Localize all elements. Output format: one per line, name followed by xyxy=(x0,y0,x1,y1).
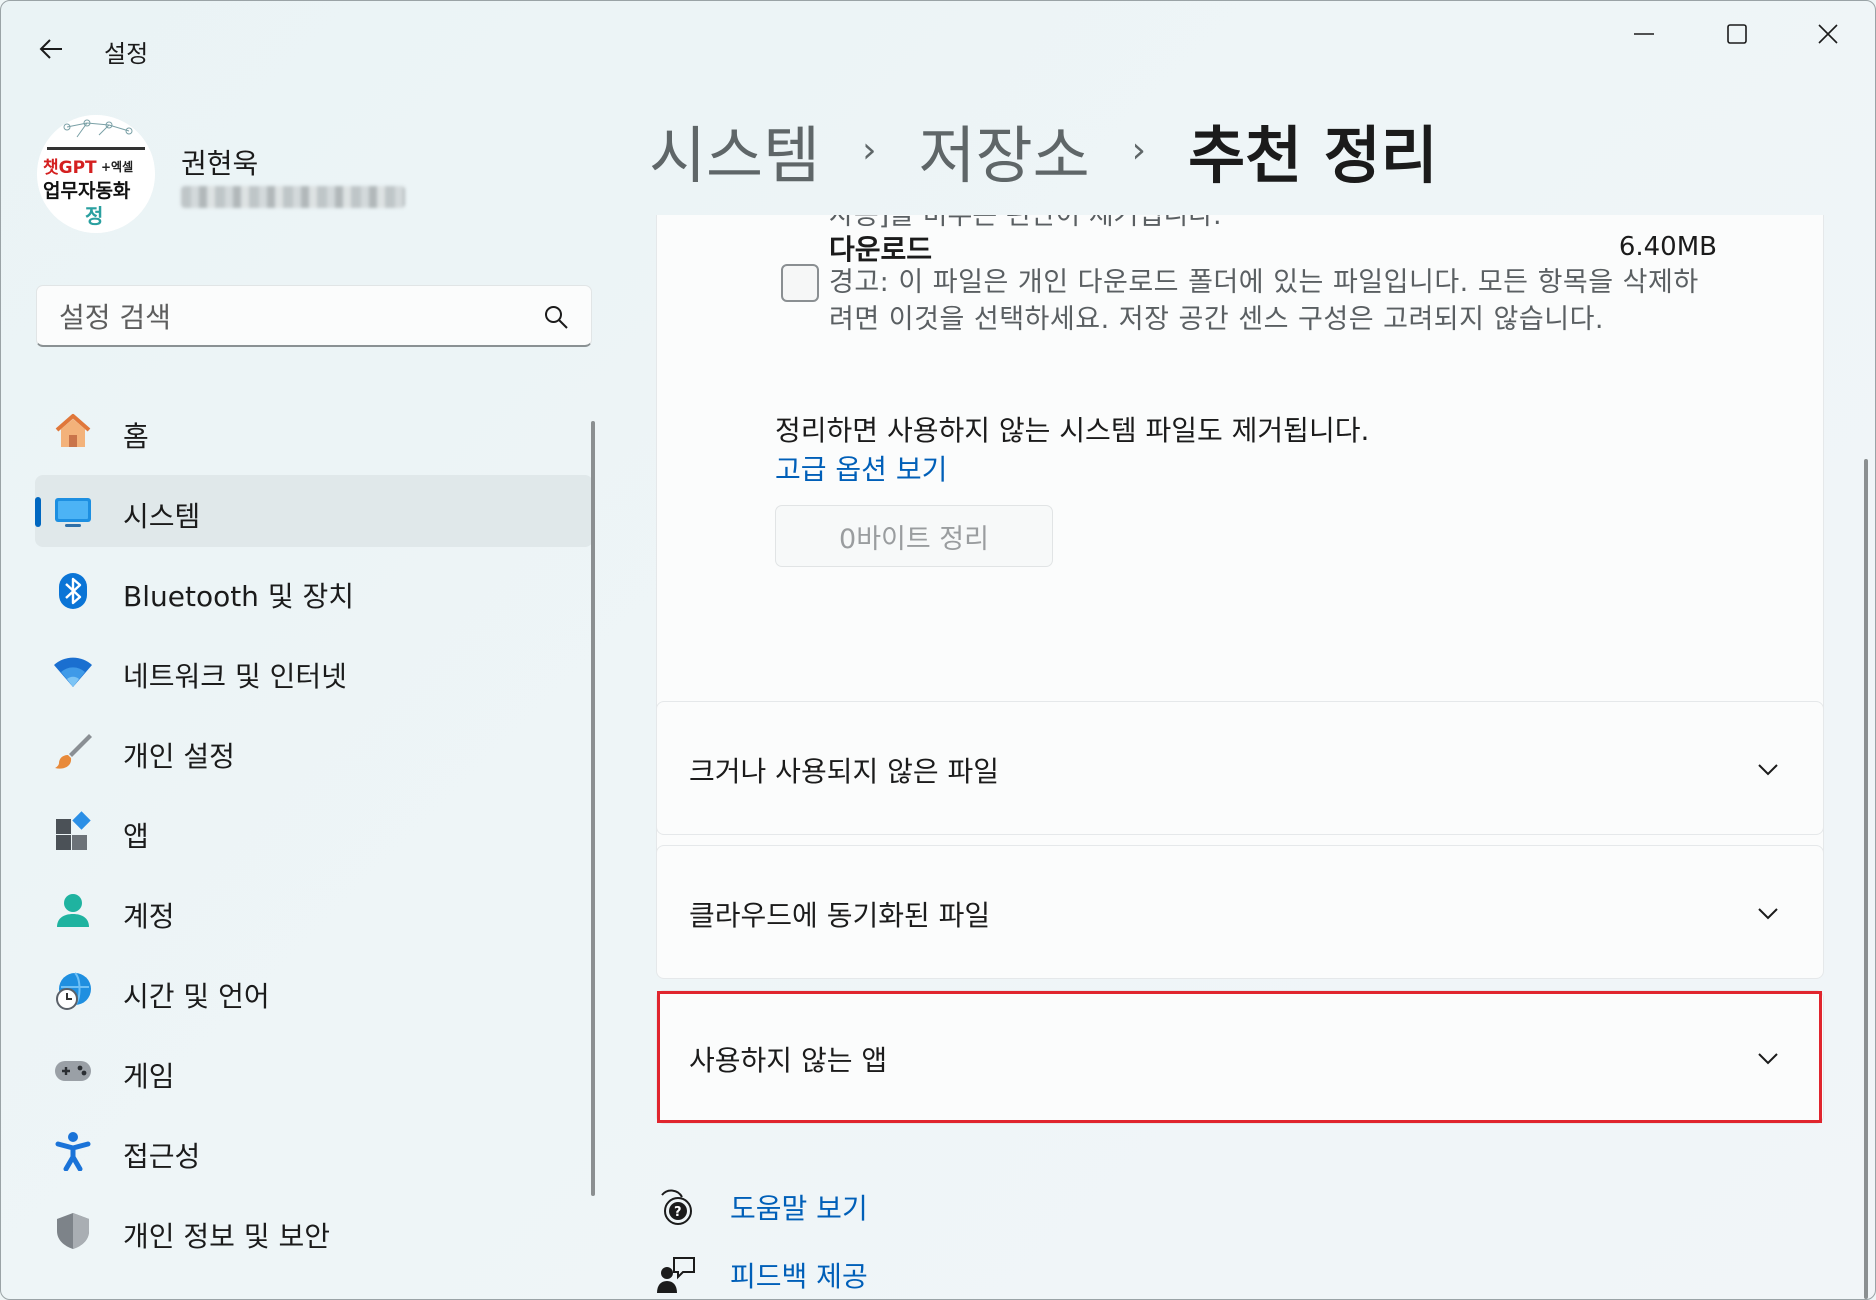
downloads-size: 6.40MB xyxy=(1618,232,1717,262)
downloads-checkbox[interactable] xyxy=(781,264,819,302)
svg-text:업무자동화: 업무자동화 xyxy=(43,180,131,202)
cloud-synced-files-section[interactable]: 클라우드에 동기화된 파일 xyxy=(656,845,1824,979)
svg-text:?: ? xyxy=(674,1205,682,1220)
sidebar-item-label: 계정 xyxy=(123,900,175,933)
chevron-down-icon xyxy=(1758,908,1778,920)
feedback-link-label: 피드백 제공 xyxy=(730,1260,868,1293)
sidebar-item-label: 네트워크 및 인터넷 xyxy=(123,660,347,693)
main-scrollbar[interactable] xyxy=(1864,459,1868,1299)
sidebar-item-time-language[interactable]: 시간 및 언어 xyxy=(35,955,593,1027)
sidebar-item-label: 시스템 xyxy=(123,500,201,533)
sidebar-item-label: 앱 xyxy=(123,820,149,853)
svg-text:챗GPT: 챗GPT xyxy=(43,158,97,178)
main-content: 사용]을 비우는 편만이 제거됩니다. 다운로드 6.40MB 경고: 이 파일… xyxy=(656,215,1824,1299)
feedback-icon xyxy=(657,1257,695,1293)
advanced-options-link[interactable]: 고급 옵션 보기 xyxy=(775,448,947,488)
sidebar-item-system[interactable]: 시스템 xyxy=(35,475,593,547)
bluetooth-icon xyxy=(53,571,93,611)
help-link-label: 도움말 보기 xyxy=(730,1192,868,1225)
section-label: 크거나 사용되지 않은 파일 xyxy=(689,755,1000,788)
section-label: 클라우드에 동기화된 파일 xyxy=(689,899,991,932)
sidebar-item-apps[interactable]: 앱 xyxy=(35,795,593,867)
chevron-down-icon xyxy=(1758,1053,1778,1065)
close-icon xyxy=(1818,24,1838,44)
sidebar-nav: 홈 시스템 Bluetooth 및 장치 네트워크 및 인터넷 개인 설정 앱 … xyxy=(35,395,593,1275)
sidebar-item-label: 개인 정보 및 보안 xyxy=(123,1220,331,1253)
user-email-redacted xyxy=(181,186,405,208)
sidebar-item-personalization[interactable]: 개인 설정 xyxy=(35,715,593,787)
sidebar-item-accessibility[interactable]: 접근성 xyxy=(35,1115,593,1187)
back-arrow-icon xyxy=(39,39,62,59)
help-link[interactable]: ? 도움말 보기 xyxy=(656,1187,868,1227)
settings-window: 설정 챗GPT +엑셀 업무자동화 정 권현욱 설정 검색 홈 시스템 Blue… xyxy=(0,0,1876,1300)
sidebar-item-label: 개인 설정 xyxy=(123,740,235,773)
page-title: 추천 정리 xyxy=(1188,119,1438,192)
svg-text:정: 정 xyxy=(85,204,103,228)
maximize-icon xyxy=(1727,24,1747,44)
svg-text:+엑셀: +엑셀 xyxy=(101,159,133,174)
account-icon xyxy=(53,891,93,931)
sidebar-item-accounts[interactable]: 계정 xyxy=(35,875,593,947)
cleanup-note: 정리하면 사용하지 않는 시스템 파일도 제거됩니다. xyxy=(775,414,1370,447)
chevron-down-icon xyxy=(1758,764,1778,776)
search-box[interactable] xyxy=(36,285,592,347)
sidebar-item-network[interactable]: 네트워크 및 인터넷 xyxy=(35,635,593,707)
apps-icon xyxy=(53,811,93,851)
breadcrumb: 시스템 › 저장소 › 추천 정리 xyxy=(649,105,1438,195)
help-icon: ? xyxy=(661,1189,692,1225)
search-input[interactable] xyxy=(57,296,541,338)
search-icon[interactable] xyxy=(543,304,569,330)
breadcrumb-separator: › xyxy=(1131,129,1147,171)
section-label: 사용하지 않는 앱 xyxy=(689,1044,888,1077)
home-icon xyxy=(53,411,93,451)
maximize-button[interactable] xyxy=(1704,13,1770,55)
avatar[interactable]: 챗GPT +엑셀 업무자동화 정 xyxy=(37,115,155,233)
gamepad-icon xyxy=(53,1051,93,1091)
accessibility-icon xyxy=(53,1131,93,1171)
breadcrumb-system[interactable]: 시스템 xyxy=(649,105,820,195)
sidebar-item-label: Bluetooth 및 장치 xyxy=(123,580,355,613)
time-language-icon xyxy=(53,971,93,1011)
system-icon xyxy=(53,491,93,531)
downloads-title: 다운로드 xyxy=(829,233,933,266)
sidebar-item-privacy-security[interactable]: 개인 정보 및 보안 xyxy=(35,1195,593,1267)
sidebar-item-gaming[interactable]: 게임 xyxy=(35,1035,593,1107)
unused-apps-section[interactable]: 사용하지 않는 앱 xyxy=(656,990,1824,1124)
sidebar-item-label: 시간 및 언어 xyxy=(123,980,270,1013)
sidebar-item-label: 홈 xyxy=(123,420,149,453)
minimize-icon xyxy=(1634,33,1654,35)
feedback-link[interactable]: 피드백 제공 xyxy=(656,1255,868,1295)
cleanup-button[interactable]: 0바이트 정리 xyxy=(775,505,1053,567)
title-bar: 설정 xyxy=(1,1,1875,97)
sidebar-item-bluetooth[interactable]: Bluetooth 및 장치 xyxy=(35,555,593,627)
sidebar-item-label: 게임 xyxy=(123,1060,175,1093)
app-title: 설정 xyxy=(104,40,149,68)
user-name: 권현욱 xyxy=(181,147,259,180)
brush-icon xyxy=(53,731,93,771)
avatar-image: 챗GPT +엑셀 업무자동화 정 xyxy=(37,115,155,233)
breadcrumb-separator: › xyxy=(862,129,877,171)
breadcrumb-storage[interactable]: 저장소 xyxy=(919,105,1090,195)
sidebar-item-home[interactable]: 홈 xyxy=(35,395,593,467)
wifi-icon xyxy=(53,651,93,691)
minimize-button[interactable] xyxy=(1611,13,1677,55)
back-button[interactable] xyxy=(31,29,71,69)
downloads-description: 경고: 이 파일은 개인 다운로드 폴더에 있는 파일입니다. 모든 항목을 삭… xyxy=(829,267,1699,335)
sidebar-scrollbar[interactable] xyxy=(591,421,595,1196)
close-button[interactable] xyxy=(1795,13,1861,55)
sidebar-item-label: 접근성 xyxy=(123,1140,201,1173)
large-unused-files-section[interactable]: 크거나 사용되지 않은 파일 xyxy=(656,701,1824,835)
shield-icon xyxy=(53,1211,93,1251)
